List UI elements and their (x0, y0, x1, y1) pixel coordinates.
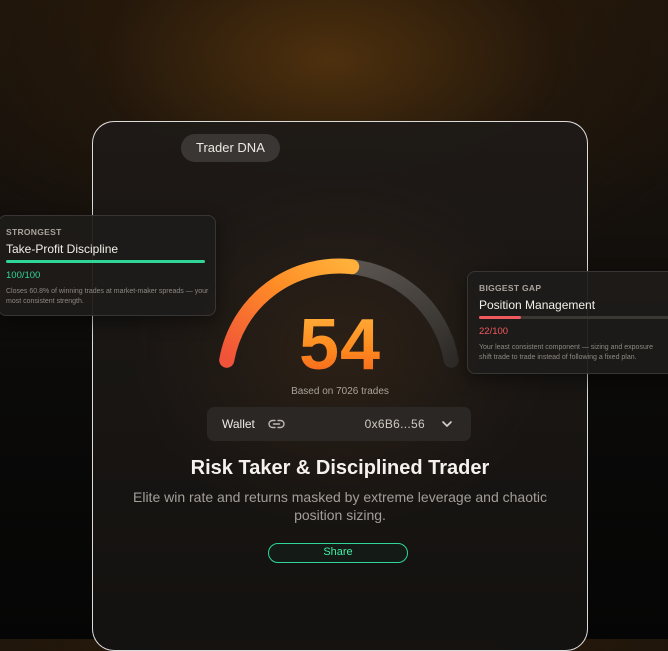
strongest-score: 100/100 (6, 270, 41, 281)
gap-kicker: BIGGEST GAP (479, 283, 542, 293)
wallet-selector[interactable]: Wallet 0x6B6...56 (207, 407, 471, 441)
wallet-label: Wallet (222, 417, 255, 431)
strongest-kicker: STRONGEST (6, 227, 62, 237)
profile-headline: Risk Taker & Disciplined Trader (190, 457, 490, 479)
wallet-address: 0x6B6...56 (364, 417, 425, 431)
gap-note-line-1: Your least consistent component — sizing… (479, 344, 654, 351)
share-button[interactable]: Share (268, 543, 408, 563)
link-icon[interactable] (268, 417, 285, 431)
gap-progress-track (479, 316, 668, 319)
biggest-gap-card: BIGGEST GAP Position Management 22/100 Y… (467, 271, 668, 374)
strongest-title: Take-Profit Discipline (6, 242, 119, 256)
strongest-note: Closes 60.8% of winning trades at market… (6, 288, 209, 305)
gap-note: Your least consistent component — sizing… (479, 343, 668, 363)
score-caption: Based on 7026 trades (291, 386, 389, 397)
gap-title: Position Management (479, 298, 596, 312)
gap-score: 22/100 (479, 326, 509, 337)
chevron-down-icon[interactable] (441, 419, 453, 429)
strongest-progress-track (6, 260, 205, 263)
strongest-progress-fill (6, 260, 205, 263)
gap-progress-fill (479, 316, 521, 319)
strongest-card: STRONGEST Take-Profit Discipline 100/100… (0, 215, 216, 316)
trader-dna-badge: Trader DNA (181, 134, 280, 162)
profile-description: Elite win rate and returns masked by ext… (133, 489, 547, 523)
gap-note-line-2: shift trade to trade instead of followin… (479, 354, 637, 361)
